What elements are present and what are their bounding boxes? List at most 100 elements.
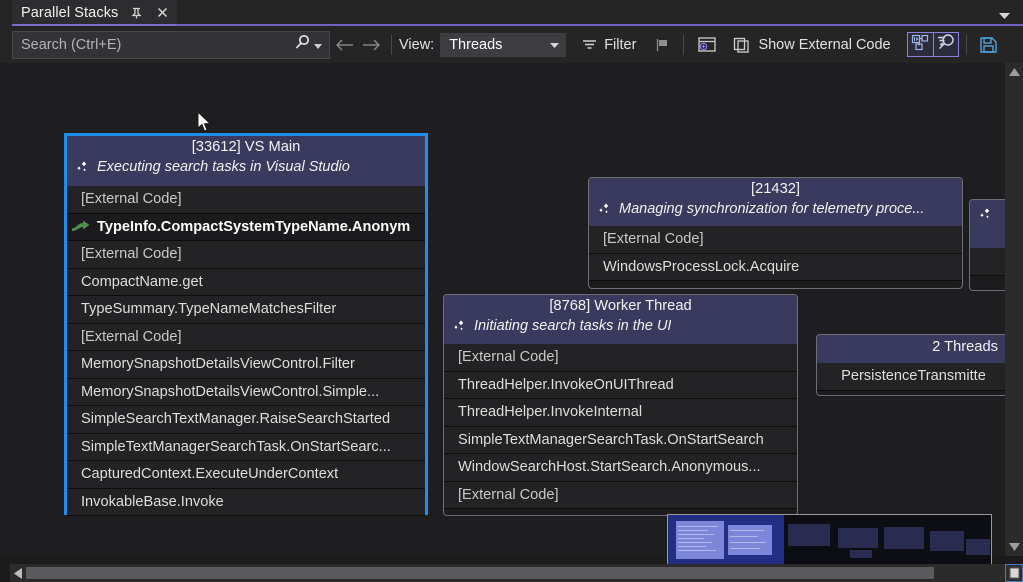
stack-frame-label: PersistenceTransmitte [841,368,986,384]
stack-card-title: [33612] VS Main [67,136,425,157]
pin-icon[interactable] [129,5,144,20]
stack-card-title: [21432] [589,178,962,199]
stack-frame-row[interactable]: TypeSummary.TypeNameMatchesFilter [67,296,425,324]
stack-frame-row[interactable]: [External Code] [444,482,797,510]
horizontal-scrollbar[interactable] [10,564,1005,582]
stack-card-subtitle-row: Managing synchronization for telemetry p… [589,199,962,221]
filter-button[interactable]: Filter [576,35,641,55]
chevron-down-icon[interactable] [998,7,1011,16]
stack-frame-row[interactable]: [External Code] [67,186,425,214]
stack-frame-row[interactable]: InvokableBase.Invoke [67,489,425,517]
copy-windows-icon [732,36,752,54]
green-arrow-current-frame-icon [71,219,91,234]
stack-frame-label: CompactName.get [81,274,203,290]
toolbar-separator-3 [966,35,967,55]
stack-frame-row[interactable]: [External Code] [589,226,962,254]
stack-frame-row[interactable]: CapturedContext.ExecuteUnderContext [67,461,425,489]
scroll-down-button[interactable] [1005,538,1023,556]
view-select-value: Threads [449,37,502,53]
scroll-corner-button[interactable] [1005,564,1023,582]
stack-frame-row[interactable]: WindowSearchHost.StartSearch.Anonymous..… [444,454,797,482]
stack-frame-row[interactable]: CompactName.get [67,269,425,297]
stack-card-header[interactable]: [8768] Worker Thread Initiating search ta… [444,295,797,344]
search-submit-button[interactable] [292,34,329,56]
stack-card-subtitle: Executing search tasks in Visual Studio [97,159,350,175]
stack-frame-label: TypeInfo.CompactSystemTypeName.Anonym [97,219,410,235]
stack-frame-row[interactable]: [External Code] [67,324,425,352]
toggle-method-view-button[interactable] [907,32,933,57]
stack-card-title: [8768] Worker Thread [444,295,797,316]
stack-card-telemetry[interactable]: [21432] Managing synchronization for tel… [588,177,963,289]
stack-frame-label: MemorySnapshotDetailsViewControl.Filter [81,356,355,372]
tasks-diamond-icon [75,160,90,175]
stack-frame-row[interactable]: WindowsProcessLock.Acquire [589,254,962,282]
stack-frame-row[interactable]: MemorySnapshotDetailsViewControl.Filter [67,351,425,379]
window-thread-icon [696,36,718,54]
tab-label: Parallel Stacks [21,5,118,21]
method-view-icon [911,34,930,56]
stack-frame-label: [External Code] [81,246,182,262]
tab-parallel-stacks[interactable]: Parallel Stacks [12,0,177,25]
filter-icon [581,37,598,52]
forward-button[interactable] [358,33,384,57]
save-button[interactable] [974,34,1003,56]
stack-card-subtitle: Managing synchronization for telemetry p… [619,201,924,217]
search-input[interactable] [13,36,292,54]
view-label: View: [399,37,434,53]
flag-button[interactable] [649,35,676,55]
scroll-left-button[interactable] [10,564,26,582]
stack-frame-label: ThreadHelper.InvokeOnUIThread [458,377,674,393]
tasks-diamond-icon [978,207,993,222]
search-dropdown-chevron-icon [314,36,322,54]
close-icon[interactable] [155,5,170,20]
stack-frame-row[interactable]: ThreadHelper.InvokeInternal [444,399,797,427]
stack-card-title: 2 Threads [817,335,1010,357]
back-button[interactable] [332,33,358,57]
stack-card-header[interactable]: [33612] VS Main Executing search tasks in… [67,136,425,186]
stack-frame-row[interactable]: [External Code] [444,344,797,372]
stack-frame-row[interactable]: SimpleTextManagerSearchTask.OnStartSearc… [67,434,425,462]
stack-frame-list: PersistenceTransmitte [817,363,1010,391]
stack-frame-list: [External Code] TypeInfo.CompactSystemTyp… [67,186,425,516]
stack-frame-label: [External Code] [458,349,559,365]
stack-frame-row[interactable]: PersistenceTransmitte [817,363,1010,391]
horizontal-scrollbar-thumb[interactable] [26,567,934,579]
show-external-code-button[interactable]: Show External Code [727,34,895,56]
stack-frame-row[interactable]: [External Code] [67,241,425,269]
stack-frame-label: TypeSummary.TypeNameMatchesFilter [81,301,336,317]
view-select[interactable]: Threads [440,33,566,57]
stack-frame-label: [External Code] [81,329,182,345]
stack-frame-label: [External Code] [458,487,559,503]
stack-frame-row[interactable]: ThreadHelper.InvokeOnUIThread [444,372,797,400]
stack-frame-label: SimpleTextManagerSearchTask.OnStartSearc… [458,432,764,448]
minimap-overview[interactable] [667,514,992,565]
stack-card-header[interactable]: 2 Threads [817,335,1010,363]
stack-frame-row[interactable]: MemorySnapshotDetailsViewControl.Simple.… [67,379,425,407]
stack-frame-row[interactable]: SimpleTextManagerSearchTask.OnStartSearc… [444,427,797,455]
stack-frame-label: ThreadHelper.InvokeInternal [458,404,642,420]
stack-frame-row[interactable]: SimpleSearchTextManager.RaiseSearchStart… [67,406,425,434]
stack-frame-list: [External Code]WindowsProcessLock.Acquir… [589,226,962,281]
search-box[interactable] [12,31,330,59]
stack-card-subtitle: Initiating search tasks in the UI [474,318,671,334]
stack-frame-label: InvokableBase.Invoke [81,494,224,510]
stack-frame-label: SimpleSearchTextManager.RaiseSearchStart… [81,411,390,427]
stack-card-subtitle-row: Initiating search tasks in the UI [444,316,797,338]
tasks-diamond-icon [452,319,467,334]
toolbar-separator-2 [683,35,684,55]
show-external-code-label: Show External Code [758,37,890,53]
scroll-up-button[interactable] [1005,63,1023,81]
stacks-canvas[interactable]: [33612] VS Main Executing search tasks in… [0,63,1023,556]
vertical-scrollbar[interactable] [1005,63,1023,556]
stack-frame-list: [External Code] ThreadHelper.InvokeOnUITh… [444,344,797,509]
flag-icon [654,37,671,53]
stack-card-main[interactable]: [33612] VS Main Executing search tasks in… [64,133,428,515]
stack-frame-row[interactable]: TypeInfo.CompactSystemTypeName.Anonym [67,214,425,242]
toggle-zoom-control-button[interactable] [933,32,959,57]
chevron-down-icon [550,42,559,48]
stack-card-header[interactable]: [21432] Managing synchronization for tel… [589,178,962,226]
stack-card-worker[interactable]: [8768] Worker Thread Initiating search ta… [443,294,798,516]
toggle-flagged-threads-button[interactable] [691,34,723,56]
stack-card-threads[interactable]: 2 Threads PersistenceTransmitte [816,334,1011,396]
parallel-stacks-window: Parallel Stacks View: [0,0,1023,582]
